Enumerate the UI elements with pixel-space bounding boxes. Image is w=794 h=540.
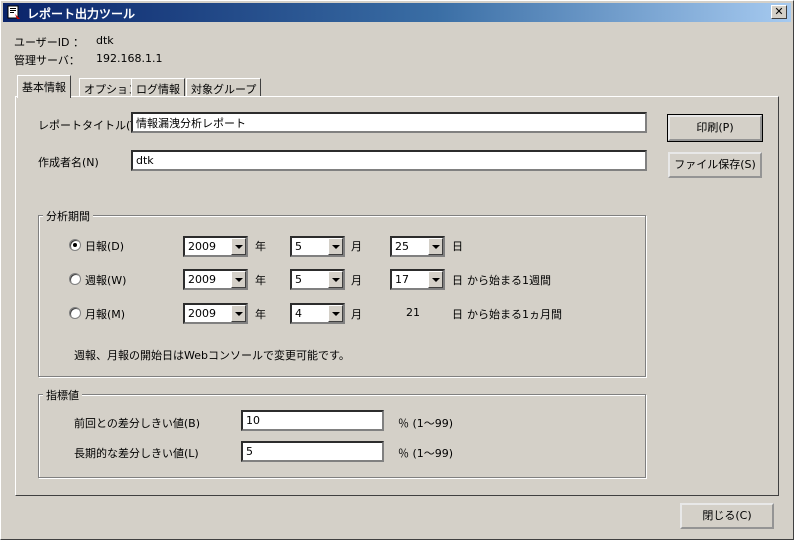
save-file-button[interactable]: ファイル保存(S) (668, 152, 762, 178)
tab-basic-info[interactable]: 基本情報 (17, 75, 71, 98)
long-diff-range: ％ (1～99) (398, 447, 454, 460)
chevron-down-icon (231, 238, 246, 255)
select-value: 2009 (188, 307, 216, 320)
window-title: レポート出力ツール (27, 7, 136, 21)
period-note: 週報、月報の開始日はWebコンソールで変更可能です。 (74, 349, 350, 362)
daily-day-select[interactable]: 25 (390, 236, 445, 257)
indicator-title: 指標値 (43, 387, 82, 403)
year-unit: 年 (255, 308, 266, 321)
year-unit: 年 (255, 274, 266, 287)
daily-month-select[interactable]: 5 (290, 236, 345, 257)
report-title-input[interactable] (131, 112, 647, 133)
weekly-month-select[interactable]: 5 (290, 269, 345, 290)
weekly-label: 週報(W) (85, 274, 127, 287)
report-tool-window: レポート出力ツール ✕ ユーザーID ： dtk 管理サーバ： 192.168.… (0, 0, 794, 540)
monthly-year-select[interactable]: 2009 (183, 303, 248, 324)
month-unit: 月 (351, 308, 362, 321)
select-value: 2009 (188, 273, 216, 286)
analysis-period-title: 分析期間 (43, 208, 93, 224)
long-diff-label: 長期的な差分しきい値(L) (74, 447, 199, 460)
close-window-button[interactable]: ✕ (771, 5, 787, 19)
select-value: 5 (295, 240, 302, 253)
month-unit: 月 (351, 240, 362, 253)
weekly-day-select[interactable]: 17 (390, 269, 445, 290)
long-diff-input[interactable] (241, 441, 384, 462)
monthly-radio[interactable] (69, 307, 81, 319)
user-id-label: ユーザーID ： (14, 36, 84, 49)
print-button[interactable]: 印刷(P) (667, 114, 763, 142)
select-value: 5 (295, 273, 302, 286)
tab-target-group[interactable]: 対象グループ (186, 78, 262, 97)
author-label: 作成者名(N) (38, 156, 99, 169)
monthly-suffix: から始まる1ヵ月間 (467, 308, 562, 321)
tab-label: 対象グループ (191, 83, 257, 96)
server-label: 管理サーバ： (14, 54, 80, 67)
monthly-start-day: 21 (406, 306, 420, 319)
tab-label: 基本情報 (22, 81, 66, 94)
chevron-down-icon (428, 238, 443, 255)
user-id-value: dtk (96, 34, 114, 47)
chevron-down-icon (328, 271, 343, 288)
select-value: 2009 (188, 240, 216, 253)
close-icon: ✕ (774, 5, 784, 18)
day-unit: 日 (452, 240, 463, 253)
daily-label: 日報(D) (85, 240, 125, 253)
monthly-month-select[interactable]: 4 (290, 303, 345, 324)
tab-label: ログ情報 (136, 83, 180, 96)
chevron-down-icon (428, 271, 443, 288)
year-unit: 年 (255, 240, 266, 253)
author-input[interactable] (131, 150, 647, 171)
chevron-down-icon (328, 305, 343, 322)
close-button[interactable]: 閉じる(C) (680, 503, 774, 529)
tab-log-info[interactable]: ログ情報 (131, 78, 185, 97)
month-unit: 月 (351, 274, 362, 287)
select-value: 25 (395, 240, 409, 253)
monthly-label: 月報(M) (85, 308, 126, 321)
select-value: 17 (395, 273, 409, 286)
prev-diff-label: 前回との差分しきい値(B) (74, 417, 201, 430)
chevron-down-icon (328, 238, 343, 255)
app-icon (7, 5, 20, 19)
select-value: 4 (295, 307, 302, 320)
chevron-down-icon (231, 271, 246, 288)
report-title-label: レポートタイトル(T) (38, 119, 142, 132)
weekly-suffix: から始まる1週間 (467, 274, 551, 287)
chevron-down-icon (231, 305, 246, 322)
daily-radio[interactable] (69, 239, 81, 251)
prev-diff-range: ％ (1～99) (398, 417, 454, 430)
prev-diff-input[interactable] (241, 410, 384, 431)
day-unit: 日 (452, 274, 463, 287)
daily-year-select[interactable]: 2009 (183, 236, 248, 257)
day-unit: 日 (452, 308, 463, 321)
server-value: 192.168.1.1 (96, 52, 163, 65)
weekly-radio[interactable] (69, 273, 81, 285)
title-bar: レポート出力ツール ✕ (3, 3, 791, 22)
indicator-group (38, 394, 646, 478)
weekly-year-select[interactable]: 2009 (183, 269, 248, 290)
